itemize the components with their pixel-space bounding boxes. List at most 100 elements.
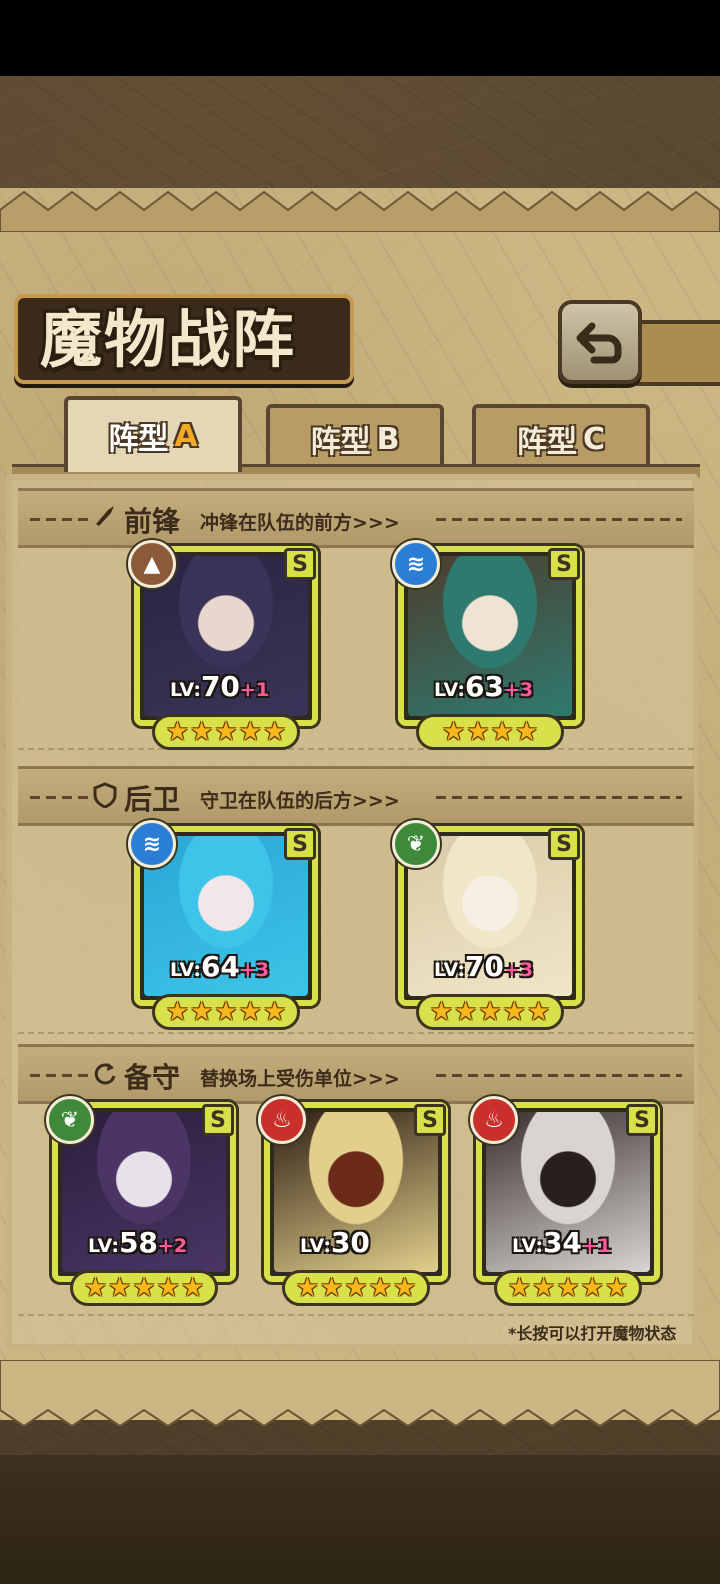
tab-formation-a[interactable]: 阵型 A [64,396,242,472]
level-bonus: +1 [581,1235,612,1257]
section-title: 后卫 [124,783,181,816]
rarity-badge: S [284,548,316,580]
card-frame: S ♨ LV:30 [258,1096,448,1282]
divider [436,1074,682,1077]
tab-letter: A [174,418,198,454]
star-icon: ★ [532,1273,556,1303]
tab-letter: C [582,421,606,457]
star-icon: ★ [392,1273,417,1303]
star-icon: ★ [180,1273,205,1303]
star-icon: ★ [478,997,502,1027]
back-button[interactable] [558,300,642,384]
level-label: LV:64+3 [170,950,269,986]
star-icon: ★ [83,1273,108,1303]
level-value: 34 [542,1226,582,1259]
card-frame: S ❦ LV:58+2 [46,1096,236,1282]
level-prefix: LV: [88,1235,119,1257]
divider [30,518,92,521]
level-label: LV:34+1 [512,1226,611,1262]
card-frame: S ≋ LV:64+3 [128,820,318,1006]
star-rating: ★ ★ ★ ★ [416,714,564,750]
divider [30,1074,92,1077]
star-icon: ★ [108,1273,132,1303]
level-value: 70 [464,950,504,983]
level-label: LV:70+1 [170,670,269,706]
flame-icon: ♨ [258,1096,306,1144]
tab-label: 阵型 [310,425,371,460]
level-prefix: LV: [170,679,201,701]
divider [436,518,682,521]
bottom-background [0,1455,720,1584]
divider [436,796,682,799]
monster-card[interactable]: S ≋ LV:64+3 ★ ★ ★ ★ ★ [128,820,318,1030]
leaf-icon: ❦ [46,1096,94,1144]
star-rating: ★ ★ ★ ★ ★ [416,994,564,1030]
tab-label: 阵型 [516,425,577,460]
star-icon: ★ [190,997,214,1027]
level-label: LV:63+3 [434,670,533,706]
star-rating: ★ ★ ★ ★ ★ [152,994,300,1030]
star-icon: ★ [514,717,539,747]
star-icon: ★ [295,1273,320,1303]
level-value: 64 [200,950,240,983]
level-label: LV:30 [300,1226,370,1262]
front-row [18,550,694,750]
monster-card[interactable]: S ❦ LV:58+2 ★ ★ ★ ★ ★ [46,1096,236,1306]
rarity-badge: S [626,1104,658,1136]
tab-label: 阵型 [108,422,169,457]
star-icon: ★ [238,717,262,747]
sword-icon [96,506,114,526]
star-icon: ★ [262,997,287,1027]
level-bonus: +3 [503,959,534,981]
star-icon: ★ [580,1273,604,1303]
monster-card[interactable]: S ♨ LV:34+1 ★ ★ ★ ★ ★ [470,1096,660,1306]
level-value: 63 [464,670,504,703]
long-press-hint: *长按可以打开魔物状态 [508,1324,677,1343]
wave-icon: ≋ [128,820,176,868]
section-subtitle: 守卫在队伍的后方>>> [200,790,400,812]
star-icon: ★ [556,1273,580,1303]
monster-card[interactable]: S ❦ LV:70+3 ★ ★ ★ ★ ★ [392,820,582,1030]
star-rating: ★ ★ ★ ★ ★ [70,1270,218,1306]
star-icon: ★ [214,997,238,1027]
star-icon: ★ [262,717,287,747]
card-frame: S ♨ LV:34+1 [470,1096,660,1282]
star-icon: ★ [238,997,262,1027]
star-icon: ★ [214,717,238,747]
monster-card[interactable]: S ≋ LV:63+3 ★ ★ ★ ★ [392,540,582,750]
star-icon: ★ [190,717,214,747]
star-icon: ★ [502,997,526,1027]
shield-icon [93,782,117,808]
level-label: LV:70+3 [434,950,533,986]
swap-icon [94,1063,116,1085]
level-bonus: +1 [239,679,270,701]
back-rail [636,320,720,386]
star-icon: ★ [344,1273,368,1303]
card-frame: S ≋ LV:63+3 [392,540,582,726]
level-bonus: +3 [239,959,270,981]
flame-icon: ♨ [470,1096,518,1144]
mountain-icon: ▲ [128,540,176,588]
monster-card[interactable]: S ▲ LV:70+1 ★ ★ ★ ★ ★ [128,540,318,750]
card-frame: S ▲ LV:70+1 [128,540,318,726]
star-rating: ★ ★ ★ ★ ★ [282,1270,430,1306]
tab-formation-b[interactable]: 阵型 B [266,404,444,470]
star-icon: ★ [368,1273,392,1303]
star-rating: ★ ★ ★ ★ ★ [494,1270,642,1306]
level-prefix: LV: [170,959,201,981]
divider [30,796,92,799]
level-bonus: +2 [157,1235,188,1257]
rarity-badge: S [548,828,580,860]
section-subtitle: 冲锋在队伍的前方>>> [200,512,400,534]
level-prefix: LV: [300,1235,331,1257]
star-icon: ★ [132,1273,156,1303]
status-bar [0,0,720,76]
tab-formation-c[interactable]: 阵型 C [472,404,650,470]
star-icon: ★ [604,1273,629,1303]
leaf-icon: ❦ [392,820,440,868]
rear-row [18,828,694,1034]
star-icon: ★ [490,717,514,747]
wave-icon: ≋ [392,540,440,588]
star-icon: ★ [454,997,478,1027]
monster-card[interactable]: S ♨ LV:30 ★ ★ ★ ★ ★ [258,1096,448,1306]
